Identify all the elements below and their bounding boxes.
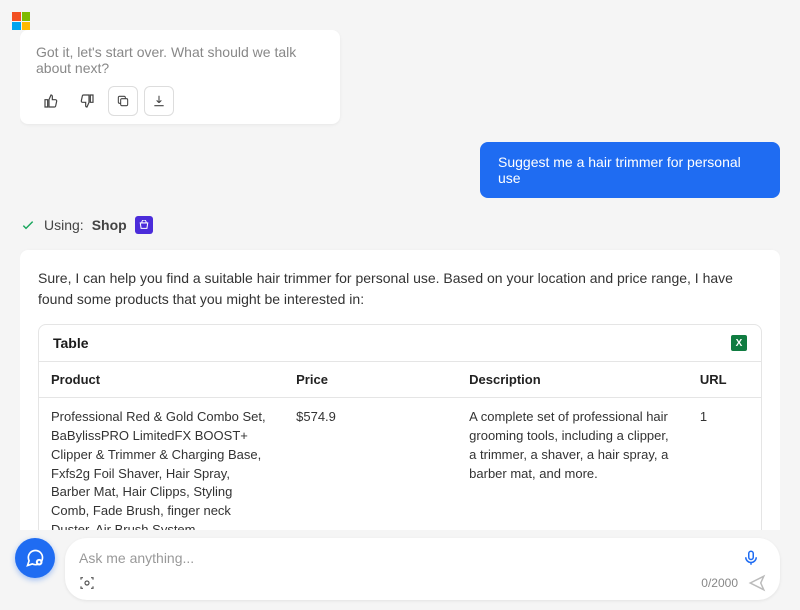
thumbs-up-icon[interactable] <box>36 86 66 116</box>
download-icon[interactable] <box>144 86 174 116</box>
user-message: Suggest me a hair trimmer for personal u… <box>480 142 780 198</box>
excel-icon[interactable]: X <box>731 335 747 351</box>
results-table: Product Price Description URL Profession… <box>39 362 761 530</box>
col-price: Price <box>284 362 457 398</box>
col-url: URL <box>688 362 761 398</box>
visual-search-icon[interactable] <box>79 575 95 591</box>
using-prefix: Using: <box>44 217 84 233</box>
assistant-message-text: Got it, let's start over. What should we… <box>36 44 324 76</box>
table-container: Table X Product Price Description URL Pr… <box>38 324 762 530</box>
cell-url[interactable]: 1 <box>688 398 761 531</box>
send-icon[interactable] <box>748 574 766 592</box>
microsoft-logo <box>12 12 30 30</box>
assistant-response: Sure, I can help you find a suitable hai… <box>20 250 780 530</box>
thumbs-down-icon[interactable] <box>72 86 102 116</box>
cell-product: Professional Red & Gold Combo Set, BaByl… <box>39 398 284 531</box>
table-header: Table X <box>39 325 761 362</box>
response-intro: Sure, I can help you find a suitable hai… <box>38 268 762 310</box>
chat-input[interactable] <box>79 546 736 570</box>
cell-description: A complete set of professional hair groo… <box>457 398 688 531</box>
microphone-icon[interactable] <box>736 549 766 567</box>
cell-price: $574.9 <box>284 398 457 531</box>
using-tool-name: Shop <box>92 217 127 233</box>
copy-icon[interactable] <box>108 86 138 116</box>
input-bar: 0/2000 <box>20 538 780 600</box>
shop-icon <box>135 216 153 234</box>
char-counter: 0/2000 <box>701 576 738 590</box>
chat-area: Got it, let's start over. What should we… <box>20 30 780 530</box>
input-box: 0/2000 <box>65 538 780 600</box>
table-title: Table <box>53 335 89 351</box>
new-topic-button[interactable] <box>15 538 55 578</box>
using-tool-row: Using: Shop <box>20 216 780 234</box>
message-actions <box>36 86 324 116</box>
col-product: Product <box>39 362 284 398</box>
assistant-message: Got it, let's start over. What should we… <box>20 30 340 124</box>
check-icon <box>20 217 36 233</box>
table-row: Professional Red & Gold Combo Set, BaByl… <box>39 398 761 531</box>
col-description: Description <box>457 362 688 398</box>
